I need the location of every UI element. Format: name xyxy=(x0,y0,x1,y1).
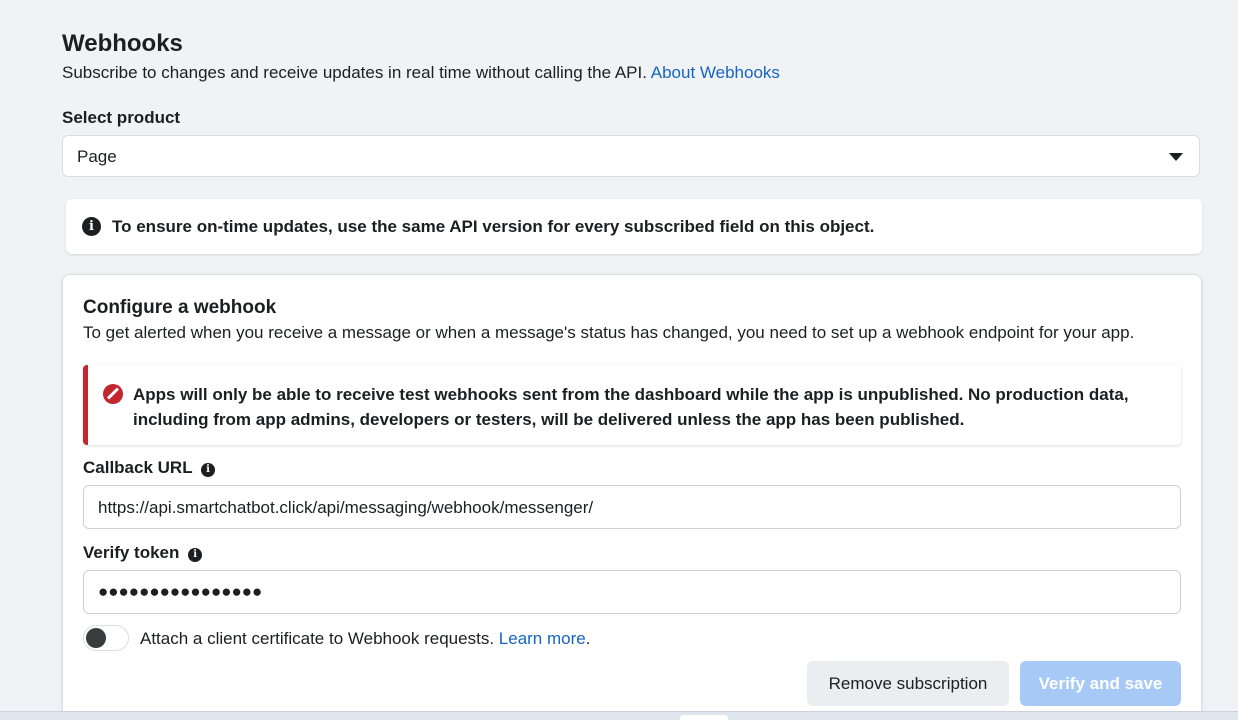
caret-down-icon xyxy=(1169,153,1183,161)
configure-webhook-description: To get alerted when you receive a messag… xyxy=(83,323,1135,342)
product-select[interactable]: Page xyxy=(62,135,1200,177)
callback-url-label: Callback URL i xyxy=(83,458,216,478)
configure-webhook-card: Configure a webhook To get alerted when … xyxy=(62,274,1202,720)
prohibited-icon xyxy=(103,384,123,404)
callback-url-input[interactable]: https://api.smartchatbot.click/api/messa… xyxy=(83,485,1181,529)
client-certificate-label: Attach a client certificate to Webhook r… xyxy=(140,629,590,649)
verify-token-input[interactable]: ●●●●●●●●●●●●●●●● xyxy=(83,570,1181,614)
product-select-value: Page xyxy=(77,147,117,166)
verify-token-label-text: Verify token xyxy=(83,543,180,562)
verify-token-masked-value: ●●●●●●●●●●●●●●●● xyxy=(98,582,263,601)
select-product-label: Select product xyxy=(62,108,181,127)
unpublished-app-alert: Apps will only be able to receive test w… xyxy=(83,365,1181,445)
callback-url-value: https://api.smartchatbot.click/api/messa… xyxy=(98,498,594,517)
page-subtitle: Subscribe to changes and receive updates… xyxy=(62,63,780,83)
about-webhooks-link[interactable]: About Webhooks xyxy=(651,63,780,82)
verify-and-save-button[interactable]: Verify and save xyxy=(1020,661,1181,706)
bottom-bar xyxy=(0,711,1238,720)
learn-more-period: . xyxy=(585,629,591,648)
remove-subscription-button[interactable]: Remove subscription xyxy=(807,661,1009,706)
notice-text: To ensure on-time updates, use the same … xyxy=(112,217,875,236)
webhooks-page: Webhooks Subscribe to changes and receiv… xyxy=(0,0,1238,720)
subtitle-text: Subscribe to changes and receive updates… xyxy=(62,63,647,82)
verify-token-label: Verify token i xyxy=(83,543,203,563)
alert-text: Apps will only be able to receive test w… xyxy=(133,385,1129,429)
configure-webhook-title: Configure a webhook xyxy=(83,297,277,318)
info-icon: i xyxy=(82,217,101,236)
info-icon[interactable]: i xyxy=(188,548,203,562)
client-certificate-toggle[interactable] xyxy=(83,625,129,651)
callback-url-label-text: Callback URL xyxy=(83,458,193,477)
bottom-tab xyxy=(680,715,728,720)
page-title: Webhooks xyxy=(62,30,183,57)
info-icon[interactable]: i xyxy=(201,463,216,477)
learn-more-link[interactable]: Learn more xyxy=(499,629,586,648)
toggle-knob xyxy=(86,628,106,648)
api-version-notice: i To ensure on-time updates, use the sam… xyxy=(66,199,1202,254)
client-certificate-text: Attach a client certificate to Webhook r… xyxy=(140,629,495,648)
